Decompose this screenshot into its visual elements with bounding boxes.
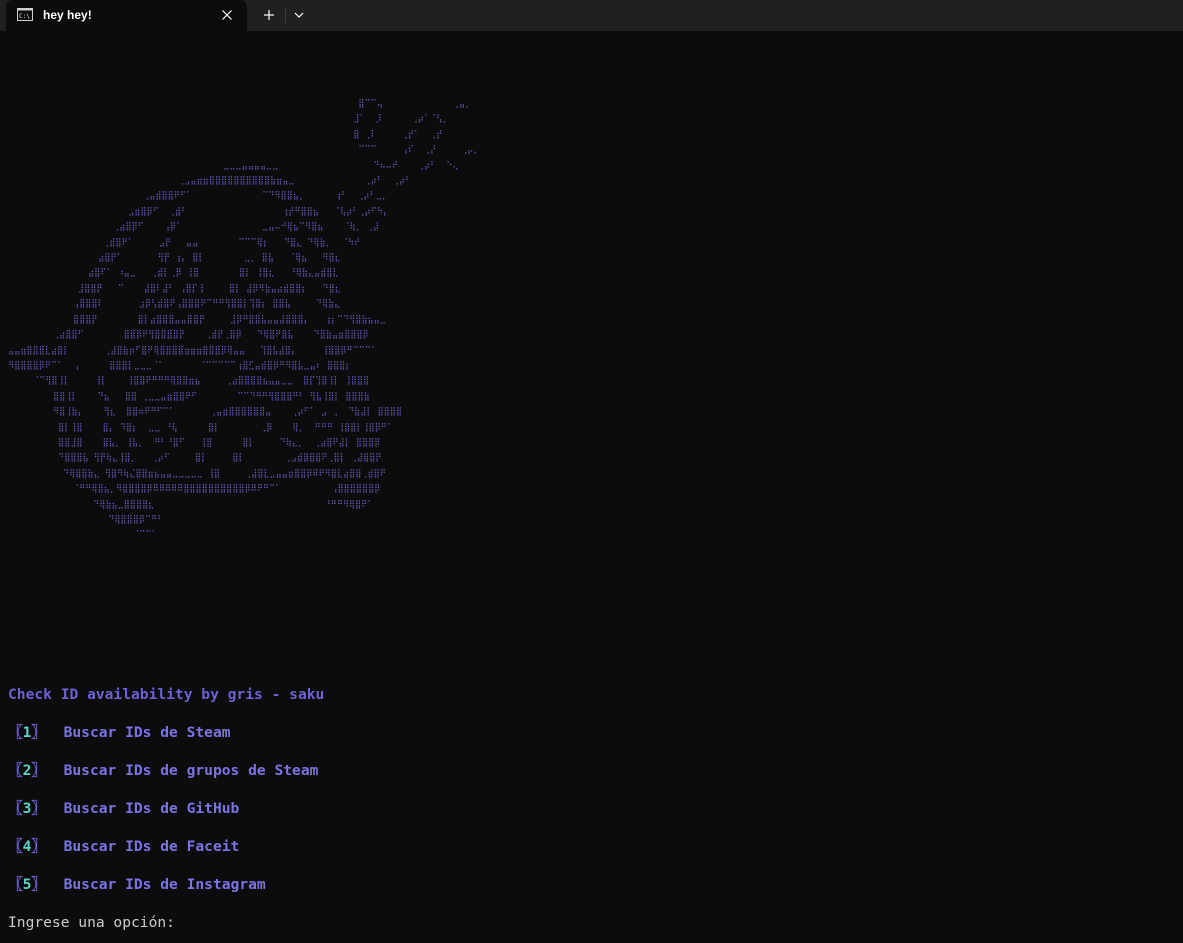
- option-bracket-close: 〗: [31, 762, 47, 779]
- input-prompt[interactable]: Ingrese una opción:: [8, 913, 175, 933]
- title-bar: C:\ hey hey!: [0, 0, 1183, 31]
- option-label: Buscar IDs de Steam: [63, 724, 231, 741]
- tab-title: hey hey!: [43, 8, 92, 22]
- option-bracket-open: 〖: [8, 876, 23, 893]
- app-heading: Check ID availability by gris - saku: [8, 686, 325, 703]
- option-bracket-open: 〖: [8, 724, 23, 741]
- terminal-icon: C:\: [17, 8, 33, 21]
- menu-option-5: 〖5〗 Buscar IDs de Instagram: [8, 875, 266, 895]
- option-label: Buscar IDs de Instagram: [63, 876, 266, 893]
- option-bracket-close: 〗: [31, 838, 47, 855]
- option-bracket-close: 〗: [31, 800, 47, 817]
- option-bracket-close: 〗: [31, 876, 47, 893]
- option-label: Buscar IDs de grupos de Steam: [63, 762, 319, 779]
- tab-active[interactable]: C:\ hey hey!: [6, 0, 247, 31]
- tab-separator: [285, 7, 286, 23]
- option-label: Buscar IDs de Faceit: [63, 838, 240, 855]
- close-icon[interactable]: [218, 6, 236, 24]
- ascii-art-logo: ⣿⠉⠉⢤ ⢀⣤⡀ ⣸⠁ ⡸ ⢀⡴⠁⠈⢣⡀ ⣿ ⢀⠇ ⢀⡞⠁ ⢀⡞ ⠉⠉⠉ ⢠⠎ …: [8, 99, 480, 541]
- option-bracket-open: 〖: [8, 838, 23, 855]
- option-bracket-close: 〗: [31, 724, 47, 741]
- menu-option-2: 〖2〗 Buscar IDs de grupos de Steam: [8, 761, 318, 781]
- chevron-down-icon[interactable]: [289, 5, 309, 25]
- plus-icon[interactable]: [257, 5, 281, 25]
- menu-option-3: 〖3〗 Buscar IDs de GitHub: [8, 799, 239, 819]
- menu-option-4: 〖4〗 Buscar IDs de Faceit: [8, 837, 239, 857]
- option-label: Buscar IDs de GitHub: [63, 800, 240, 817]
- svg-text:C:\: C:\: [19, 13, 30, 20]
- option-bracket-open: 〖: [8, 800, 23, 817]
- terminal-output[interactable]: ⣿⠉⠉⢤ ⢀⣤⡀ ⣸⠁ ⡸ ⢀⡴⠁⠈⢣⡀ ⣿ ⢀⠇ ⢀⡞⠁ ⢀⡞ ⠉⠉⠉ ⢠⠎ …: [0, 31, 1183, 943]
- option-bracket-open: 〖: [8, 762, 23, 779]
- menu-option-1: 〖1〗 Buscar IDs de Steam: [8, 723, 231, 743]
